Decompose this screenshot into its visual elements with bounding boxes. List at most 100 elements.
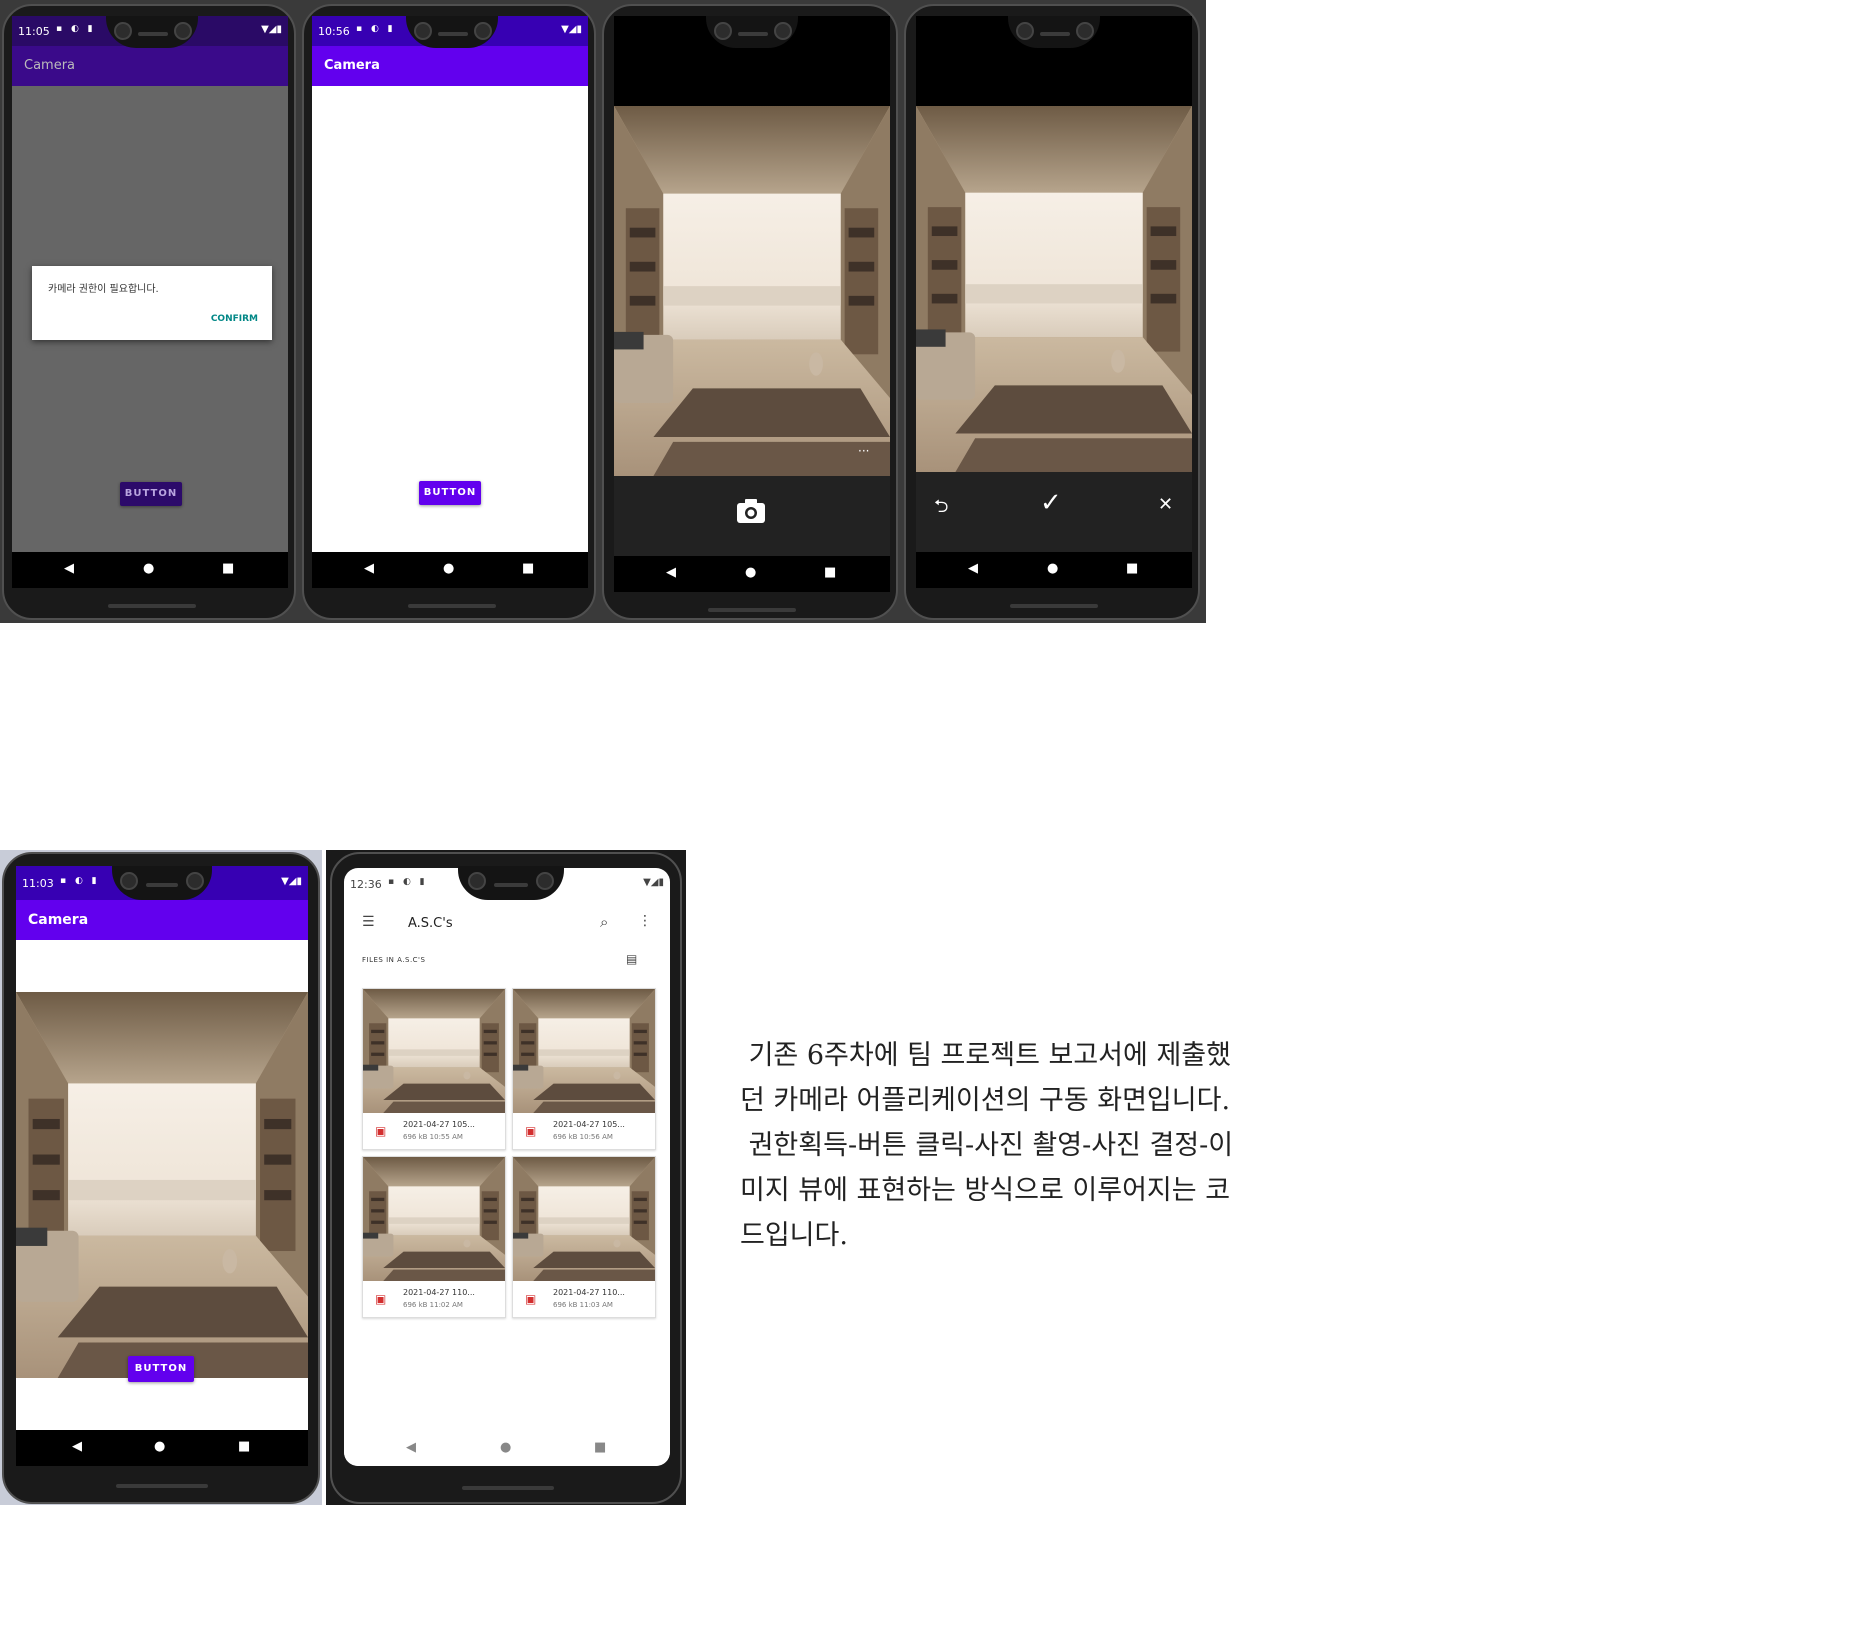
permission-dialog: 카메라 권한이 필요합니다. CONFIRM — [32, 266, 272, 340]
more-options-icon[interactable]: ⋮ — [638, 913, 652, 929]
front-camera-icon — [468, 872, 486, 890]
camera-icon[interactable] — [736, 498, 766, 524]
file-name: 2021-04-27 110... — [553, 1288, 625, 1297]
home-icon[interactable]: ● — [745, 565, 756, 580]
signal-battery-icon: ▼◢▮ — [643, 877, 664, 888]
file-thumbnail — [363, 989, 505, 1113]
report-paragraph: 기존 6주차에 팀 프로젝트 보고서에 제출했던 카메라 어플리케이션의 구동 … — [740, 1040, 1231, 1116]
status-time: 10:56 — [318, 25, 350, 38]
image-icon: ▣ — [525, 1124, 537, 1138]
back-icon[interactable]: ◀ — [666, 565, 676, 580]
speaker — [738, 32, 768, 36]
app-bar: Camera — [16, 900, 308, 940]
home-icon[interactable]: ● — [154, 1439, 165, 1454]
file-meta: 696 kB 10:56 AM — [553, 1133, 613, 1141]
nav-bar: ◀ ● ■ — [12, 552, 288, 588]
recents-icon[interactable]: ■ — [222, 561, 234, 576]
confirm-check-icon[interactable]: ✓ — [1040, 488, 1062, 518]
menu-icon[interactable]: ☰ — [362, 914, 375, 930]
sensor-icon — [474, 22, 492, 40]
back-icon[interactable]: ◀ — [968, 561, 978, 576]
signal-battery-icon: ▼◢▮ — [561, 24, 582, 35]
file-meta: 696 kB 10:55 AM — [403, 1133, 463, 1141]
confirm-button[interactable]: CONFIRM — [211, 314, 258, 324]
home-icon[interactable]: ● — [143, 561, 154, 576]
sensor-icon — [536, 872, 554, 890]
phone-notch — [458, 866, 564, 900]
image-icon: ▣ — [525, 1292, 537, 1306]
nav-bar: ◀ ● ■ — [16, 1430, 308, 1466]
file-name: 2021-04-27 105... — [403, 1120, 475, 1129]
phone-camera-viewfinder: ··· ◀ ● ■ — [602, 4, 898, 620]
sensor-icon — [1076, 22, 1094, 40]
notification-icons: ▪ ◐ ▮ — [356, 24, 396, 34]
file-card[interactable]: ▣ 2021-04-27 105... 696 kB 10:55 AM — [362, 988, 506, 1150]
button[interactable]: BUTTON — [128, 1356, 194, 1382]
image-icon: ▣ — [375, 1124, 387, 1138]
phone-file-browser: 12:36 ▪ ◐ ▮ ▼◢▮ ☰ A.S.C's ⌕ ⋮ FILES IN A… — [330, 852, 682, 1504]
file-thumbnail — [513, 1157, 655, 1281]
status-time: 11:03 — [22, 877, 54, 890]
recents-icon[interactable]: ■ — [594, 1440, 606, 1455]
home-icon[interactable]: ● — [443, 561, 454, 576]
sensor-icon — [774, 22, 792, 40]
phone-chin — [1010, 604, 1098, 608]
recents-icon[interactable]: ■ — [522, 561, 534, 576]
signal-battery-icon: ▼◢▮ — [281, 876, 302, 887]
home-icon[interactable]: ● — [1047, 561, 1058, 576]
speaker — [138, 32, 168, 36]
phone-notch — [1008, 16, 1100, 48]
review-controls: ⮌ ✓ ✕ — [916, 472, 1192, 552]
back-icon[interactable]: ◀ — [64, 561, 74, 576]
sensor-icon — [186, 872, 204, 890]
view-toggle-icon[interactable]: ▤ — [626, 952, 637, 966]
captured-photo-image — [916, 106, 1192, 472]
screen: Camera 11:05 ▪ ◐ ▮ ▼◢▮ 카메라 권한이 필요합니다. CO… — [12, 16, 288, 588]
file-thumbnail — [363, 1157, 505, 1281]
file-card[interactable]: ▣ 2021-04-27 110... 696 kB 11:02 AM — [362, 1156, 506, 1318]
file-name: 2021-04-27 110... — [403, 1288, 475, 1297]
home-icon[interactable]: ● — [500, 1440, 511, 1455]
speaker — [494, 883, 528, 887]
more-options-icon[interactable]: ··· — [858, 444, 869, 458]
screen: 12:36 ▪ ◐ ▮ ▼◢▮ ☰ A.S.C's ⌕ ⋮ FILES IN A… — [344, 868, 670, 1466]
button[interactable]: BUTTON — [120, 482, 182, 506]
close-icon[interactable]: ✕ — [1158, 494, 1173, 515]
screen: Camera 10:56 ▪ ◐ ▮ ▼◢▮ BUTTON ◀ ● ■ — [312, 16, 588, 588]
report-text: 기존 6주차에 팀 프로젝트 보고서에 제출했던 카메라 어플리케이션의 구동 … — [740, 1033, 1240, 1258]
signal-battery-icon: ▼◢▮ — [261, 24, 282, 35]
app-title: Camera — [24, 58, 76, 73]
back-icon[interactable]: ◀ — [72, 1439, 82, 1454]
file-card[interactable]: ▣ 2021-04-27 110... 696 kB 11:03 AM — [512, 1156, 656, 1318]
recents-icon[interactable]: ■ — [824, 565, 836, 580]
front-camera-icon — [120, 872, 138, 890]
dialog-message: 카메라 권한이 필요합니다. — [48, 284, 159, 295]
speaker — [1040, 32, 1070, 36]
notification-icons: ▪ ◐ ▮ — [60, 876, 100, 886]
screen: ⮌ ✓ ✕ ◀ ● ■ — [916, 16, 1192, 588]
camera-controls — [614, 476, 890, 556]
camera-preview-image — [614, 106, 890, 476]
retake-icon[interactable]: ⮌ — [934, 494, 948, 524]
speaker — [146, 883, 178, 887]
back-icon[interactable]: ◀ — [406, 1440, 416, 1455]
phone-permission-dialog: Camera 11:05 ▪ ◐ ▮ ▼◢▮ 카메라 권한이 필요합니다. CO… — [2, 4, 296, 620]
nav-bar: ◀ ● ■ — [312, 552, 588, 588]
screen: ··· ◀ ● ■ — [614, 16, 890, 592]
front-camera-icon — [1016, 22, 1034, 40]
app-bar: Camera — [312, 46, 588, 86]
app-bar: Camera — [12, 46, 288, 86]
search-icon[interactable]: ⌕ — [600, 913, 608, 931]
front-camera-icon — [414, 22, 432, 40]
phone-chin — [408, 604, 496, 608]
recents-icon[interactable]: ■ — [238, 1439, 250, 1454]
file-card[interactable]: ▣ 2021-04-27 105... 696 kB 10:56 AM — [512, 988, 656, 1150]
file-meta: 696 kB 11:02 AM — [403, 1301, 463, 1309]
phone-photo-review: ⮌ ✓ ✕ ◀ ● ■ — [904, 4, 1200, 620]
button[interactable]: BUTTON — [419, 481, 481, 505]
phone-notch — [112, 866, 212, 900]
recents-icon[interactable]: ■ — [1126, 561, 1138, 576]
phone-chin — [462, 1486, 554, 1490]
back-icon[interactable]: ◀ — [364, 561, 374, 576]
report-paragraph: 권한획득-버튼 클릭-사진 촬영-사진 결정-이미지 뷰에 표현하는 방식으로 … — [740, 1130, 1234, 1251]
